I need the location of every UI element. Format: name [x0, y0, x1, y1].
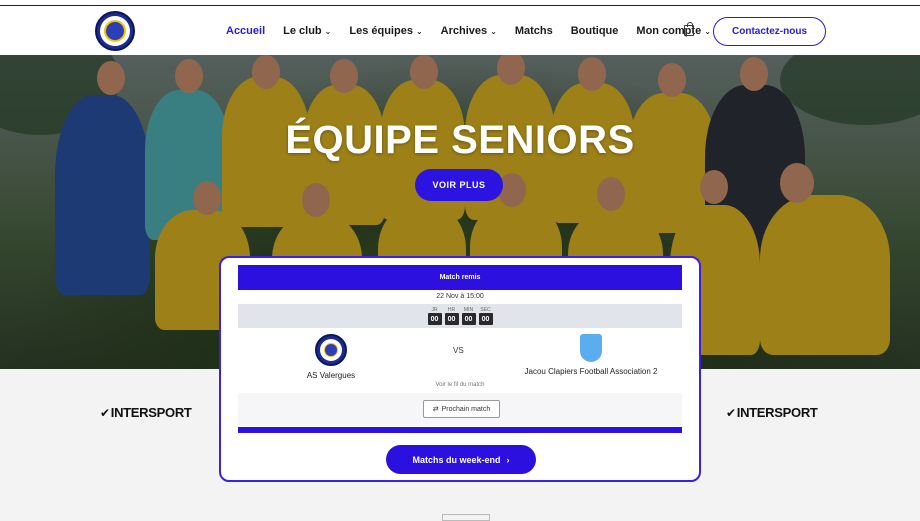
versus-label: VS: [453, 346, 464, 355]
nav-label: Les équipes: [349, 25, 413, 37]
countdown: JR 00 HR 00 MIN 00 SEC 00: [238, 304, 682, 328]
club-logo[interactable]: [95, 11, 135, 51]
match-status-bar: Match remis: [238, 265, 682, 290]
match-card: Match remis 22 Nov à 15:00 JR 00 HR 00 M…: [219, 256, 701, 482]
footer-element: [442, 514, 490, 521]
logo-core: [104, 20, 126, 42]
logo-ring: [100, 16, 130, 46]
nav-label: Archives: [440, 25, 488, 37]
page: Accueil Le club ⌄ Les équipes ⌄ Archives ⌄ …: [0, 0, 920, 521]
weekend-matches-button[interactable]: Matchs du week-end ›: [386, 445, 536, 474]
hero-title: ÉQUIPE SENIORS: [285, 118, 635, 162]
match-thread-link[interactable]: Voir le fil du match: [221, 382, 699, 388]
swap-arrows-icon: ⇄: [432, 406, 439, 413]
nav-item-accueil[interactable]: Accueil: [226, 25, 265, 37]
countdown-value: 00: [427, 313, 442, 325]
chevron-down-icon: ⌄: [415, 26, 423, 36]
nav-item-les-equipes[interactable]: Les équipes ⌄: [349, 25, 422, 37]
countdown-value: 00: [444, 313, 459, 325]
sponsor-name: INTERSPORT: [736, 405, 818, 420]
nav-label: Boutique: [570, 25, 619, 37]
weekend-matches-label: Matchs du week-end: [412, 454, 501, 465]
nav-label: Accueil: [226, 25, 266, 37]
countdown-value: 00: [461, 313, 476, 325]
countdown-days: JR 00: [427, 307, 442, 325]
intersport-mark-icon: ✔: [100, 405, 110, 420]
sponsor-name: INTERSPORT: [110, 405, 192, 420]
shopping-bag-icon[interactable]: [684, 22, 694, 36]
see-more-button[interactable]: VOIR PLUS: [415, 169, 503, 201]
countdown-minutes: MIN 00: [461, 307, 476, 325]
next-match-label: Prochain match: [441, 405, 491, 413]
countdown-seconds: SEC 00: [478, 307, 493, 325]
home-team-crest-icon: [315, 334, 347, 366]
shield-icon: [580, 334, 602, 362]
card-accent-bar: [238, 427, 682, 433]
nav-label: Matchs: [514, 25, 553, 37]
main-nav: Accueil Le club ⌄ Les équipes ⌄ Archives ⌄ …: [226, 6, 729, 56]
nav-item-mon-compte[interactable]: Mon compte ⌄: [636, 25, 710, 37]
sponsor-logo-right[interactable]: ✔ INTERSPORT: [726, 405, 818, 420]
nav-item-matchs[interactable]: Matchs: [515, 25, 553, 37]
home-team-name: AS Valergues: [306, 371, 356, 380]
home-team[interactable]: AS Valergues: [281, 334, 381, 380]
crest-ring: [320, 339, 342, 361]
countdown-hours: HR 00: [444, 307, 459, 325]
chevron-down-icon: ⌄: [324, 26, 332, 36]
nav-label: Le club: [283, 25, 322, 37]
crest-core: [324, 343, 338, 357]
site-header: Accueil Le club ⌄ Les équipes ⌄ Archives ⌄ …: [0, 5, 920, 55]
nav-item-boutique[interactable]: Boutique: [571, 25, 619, 37]
away-team[interactable]: Jacou Clapiers Football Association 2: [501, 334, 681, 376]
chevron-right-icon: ›: [506, 454, 510, 465]
nav-item-archives[interactable]: Archives ⌄: [441, 25, 497, 37]
countdown-value: 00: [478, 313, 493, 325]
sponsor-logo-left[interactable]: ✔ INTERSPORT: [100, 405, 192, 420]
intersport-mark-icon: ✔: [726, 405, 736, 420]
next-match-button[interactable]: ⇄ Prochain match: [423, 400, 500, 418]
match-datetime: 22 Nov à 15:00: [436, 292, 484, 300]
away-team-name: Jacou Clapiers Football Association 2: [524, 367, 658, 376]
chevron-down-icon: ⌄: [704, 26, 711, 36]
nav-item-le-club[interactable]: Le club ⌄: [283, 25, 331, 37]
chevron-down-icon: ⌄: [490, 26, 497, 36]
contact-button[interactable]: Contactez-nous: [713, 17, 826, 46]
